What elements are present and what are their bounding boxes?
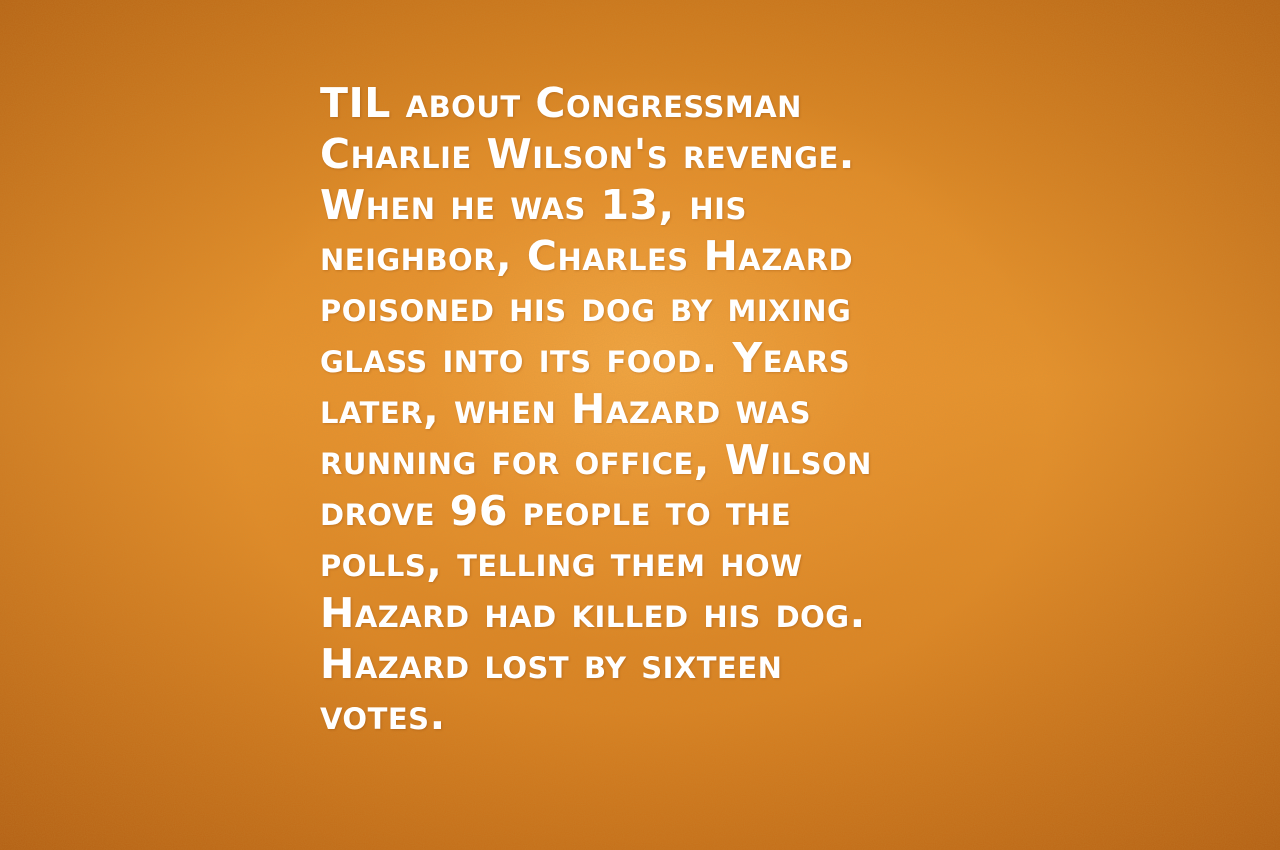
fact-line: Charlie Wilson's revenge. bbox=[320, 130, 855, 178]
fact-text: TIL about Congressman Charlie Wilson's r… bbox=[320, 78, 980, 741]
fact-line: votes. bbox=[320, 691, 446, 739]
fact-line: glass into its food. Years bbox=[320, 334, 851, 382]
fact-line: poisoned his dog by mixing bbox=[320, 283, 852, 331]
fact-line: polls, telling them how bbox=[320, 538, 803, 586]
fact-line: TIL about Congressman bbox=[320, 79, 802, 127]
fact-line: later, when Hazard was bbox=[320, 385, 811, 433]
fact-line: drove 96 people to the bbox=[320, 487, 792, 535]
fact-line: running for office, Wilson bbox=[320, 436, 872, 484]
fact-line: When he was 13, his bbox=[320, 181, 747, 229]
fact-line: Hazard had killed his dog. bbox=[320, 589, 866, 637]
fact-line: neighbor, Charles Hazard bbox=[320, 232, 854, 280]
fact-line: Hazard lost by sixteen bbox=[320, 640, 783, 688]
